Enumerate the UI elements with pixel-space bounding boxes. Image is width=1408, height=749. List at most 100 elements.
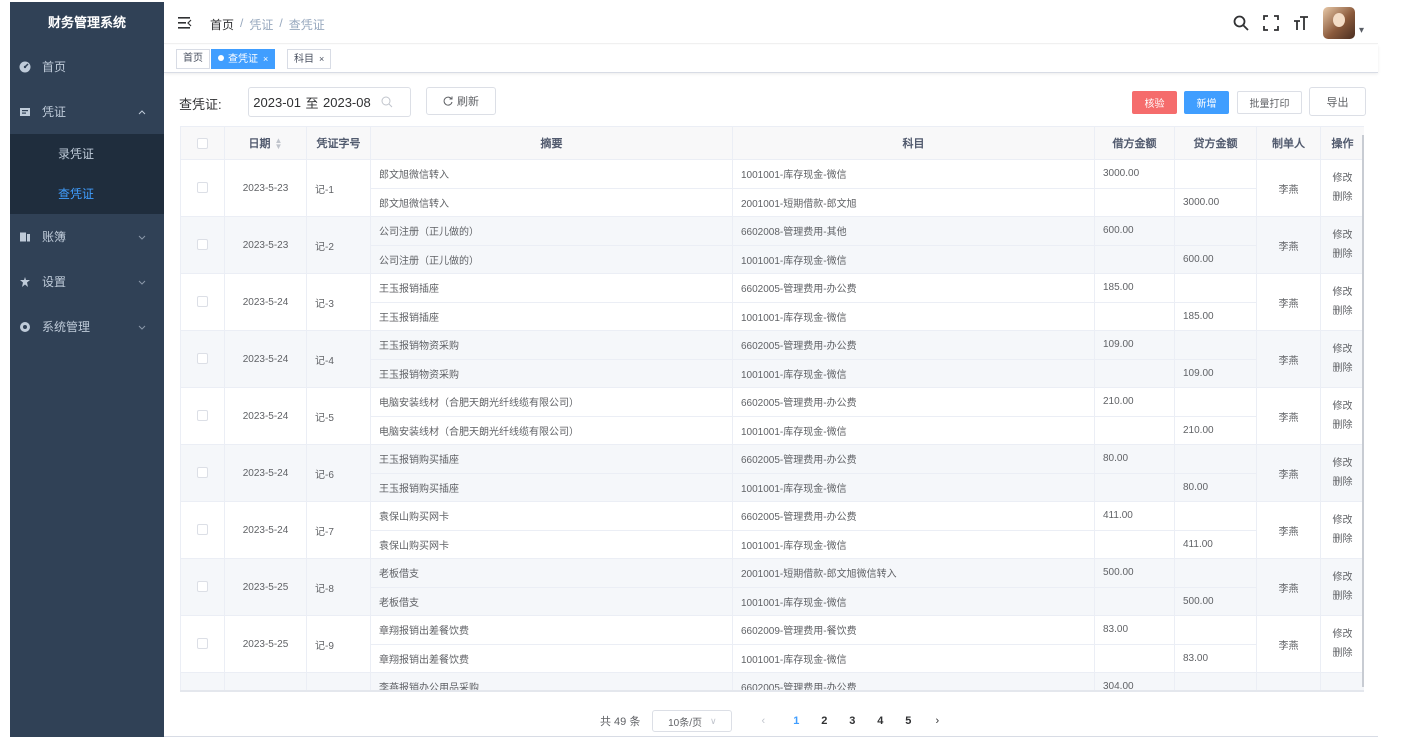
hamburger-icon[interactable] xyxy=(178,16,192,30)
date-header[interactable]: 日期 ▲ ▼ xyxy=(224,126,307,160)
fullscreen-icon[interactable] xyxy=(1263,15,1279,31)
delete-link[interactable]: 删除 xyxy=(1321,245,1364,264)
edit-link[interactable]: 修改 xyxy=(1321,283,1364,302)
edit-link[interactable]: 修改 xyxy=(1321,169,1364,188)
caret-down-icon[interactable]: ▾ xyxy=(1359,25,1364,36)
debit-cell xyxy=(1094,643,1175,673)
date-cell: 2023-5-23 xyxy=(224,216,307,274)
row-select-cell[interactable] xyxy=(180,615,225,673)
audit-button[interactable]: 核验 xyxy=(1132,91,1177,114)
sort-icon[interactable]: ▲ ▼ xyxy=(275,137,283,151)
navbar-right: ▾ xyxy=(1233,6,1364,40)
edit-link[interactable]: 修改 xyxy=(1321,625,1364,644)
date-cell: 2023-5-24 xyxy=(224,501,307,559)
tag-home[interactable]: 首页 xyxy=(176,49,210,69)
breadcrumb-query-voucher: 查凭证 xyxy=(288,18,325,32)
row-select-cell[interactable] xyxy=(180,501,225,559)
delete-link[interactable]: 删除 xyxy=(1321,359,1364,378)
row-select-cell[interactable] xyxy=(180,273,225,331)
page-5[interactable]: 5 xyxy=(894,715,922,727)
row-select-cell[interactable] xyxy=(180,444,225,502)
row-select-cell[interactable] xyxy=(180,330,225,388)
row-checkbox[interactable] xyxy=(197,410,208,422)
close-icon[interactable]: × xyxy=(319,54,324,64)
delete-link[interactable]: 删除 xyxy=(1321,644,1364,663)
row-checkbox[interactable] xyxy=(197,182,208,194)
delete-link[interactable]: 删除 xyxy=(1321,473,1364,492)
credit-cell: 3000.00 xyxy=(1174,187,1257,217)
row-checkbox[interactable] xyxy=(197,296,208,308)
close-icon[interactable]: × xyxy=(263,54,268,64)
delete-link[interactable]: 删除 xyxy=(1321,416,1364,435)
breadcrumb-home[interactable]: 首页 xyxy=(210,16,234,33)
maker-cell: 李燕 xyxy=(1256,387,1321,445)
row-checkbox[interactable] xyxy=(197,524,208,536)
vertical-scrollbar[interactable] xyxy=(1362,135,1364,687)
delete-link[interactable]: 删除 xyxy=(1321,188,1364,207)
row-select-cell[interactable] xyxy=(180,558,225,616)
maker-cell: 李燕 xyxy=(1256,501,1321,559)
date-start[interactable]: 2023-01 xyxy=(253,95,301,110)
select-all-header[interactable] xyxy=(180,126,225,160)
date-end[interactable]: 2023-08 xyxy=(323,95,375,110)
page-1[interactable]: 1 xyxy=(782,715,810,727)
page-3[interactable]: 3 xyxy=(838,715,866,727)
page-2[interactable]: 2 xyxy=(810,715,838,727)
voucher-table-body: 2023-5-23 记-1 郎文旭微信转入 1001001-库存现金-微信 3000.0… xyxy=(180,159,1364,692)
tag-account[interactable]: 科目 × xyxy=(287,49,332,69)
table-row: 2023-5-23 记-2 公司注册（正儿做的） 6602008-管理费用-其他 600… xyxy=(180,216,1364,274)
dashboard-icon xyxy=(18,60,32,74)
add-button[interactable]: 新增 xyxy=(1184,91,1229,114)
row-checkbox[interactable] xyxy=(197,353,208,365)
date-range-picker[interactable]: 2023-01 至 2023-08 xyxy=(248,87,411,117)
credit-cell: 500.00 xyxy=(1174,586,1257,616)
sidebar-item-settings[interactable]: 设置 xyxy=(10,259,164,304)
row-checkbox[interactable] xyxy=(197,239,208,251)
row-checkbox[interactable] xyxy=(197,638,208,650)
edit-link[interactable]: 修改 xyxy=(1321,568,1364,587)
chevron-down-icon: ∨ xyxy=(710,715,717,726)
date-header-label: 日期 xyxy=(248,138,271,150)
horizontal-scrollbar[interactable] xyxy=(180,690,1364,692)
sidebar-item-voucher[interactable]: 凭证 xyxy=(10,89,164,134)
edit-link[interactable]: 修改 xyxy=(1321,454,1364,473)
row-checkbox[interactable] xyxy=(197,581,208,593)
row-select-cell[interactable] xyxy=(180,159,225,217)
row-select-cell[interactable] xyxy=(180,387,225,445)
edit-link[interactable]: 修改 xyxy=(1321,340,1364,359)
font-size-icon[interactable] xyxy=(1293,15,1309,31)
sidebar-item-ledger[interactable]: 账簿 xyxy=(10,214,164,259)
row-checkbox[interactable] xyxy=(197,467,208,479)
delete-link[interactable]: 删除 xyxy=(1321,302,1364,321)
refresh-button[interactable]: 刷新 xyxy=(426,87,496,115)
next-page-icon[interactable]: › xyxy=(928,715,946,727)
edit-link[interactable]: 修改 xyxy=(1321,397,1364,416)
sidebar-subitem-enter-voucher[interactable]: 录凭证 xyxy=(10,134,164,174)
account-header: 科目 xyxy=(732,126,1095,160)
prev-page-icon[interactable]: ‹ xyxy=(754,715,772,727)
account-cell: 1001001-库存现金-微信 xyxy=(732,643,1095,673)
delete-link[interactable]: 删除 xyxy=(1321,530,1364,549)
page-4[interactable]: 4 xyxy=(866,715,894,727)
debit-cell: 210.00 xyxy=(1094,387,1175,417)
edit-link[interactable]: 修改 xyxy=(1321,226,1364,245)
credit-header: 贷方金额 xyxy=(1174,126,1257,160)
batch-print-button[interactable]: 批量打印 xyxy=(1237,91,1302,114)
delete-link[interactable]: 删除 xyxy=(1321,587,1364,606)
avatar[interactable] xyxy=(1322,7,1355,39)
export-button[interactable]: 导出 xyxy=(1309,87,1366,116)
query-label: 查凭证: xyxy=(179,97,222,112)
sidebar-item-home[interactable]: 首页 xyxy=(10,44,164,89)
search-icon[interactable] xyxy=(1233,15,1249,31)
select-all-checkbox[interactable] xyxy=(197,137,208,149)
row-select-cell[interactable] xyxy=(180,216,225,274)
debit-cell: 83.00 xyxy=(1094,615,1175,645)
page-size-select[interactable]: 10条/页 ∨ xyxy=(652,710,733,732)
credit-cell xyxy=(1174,444,1257,474)
sidebar-item-system[interactable]: 系统管理 xyxy=(10,304,164,349)
edit-link[interactable]: 修改 xyxy=(1321,511,1364,530)
sidebar-subitem-query-voucher[interactable]: 查凭证 xyxy=(10,174,164,214)
breadcrumb-separator: / xyxy=(240,16,244,30)
tag-query-voucher[interactable]: 查凭证 × xyxy=(211,49,276,69)
maker-cell: 李燕 xyxy=(1256,273,1321,331)
